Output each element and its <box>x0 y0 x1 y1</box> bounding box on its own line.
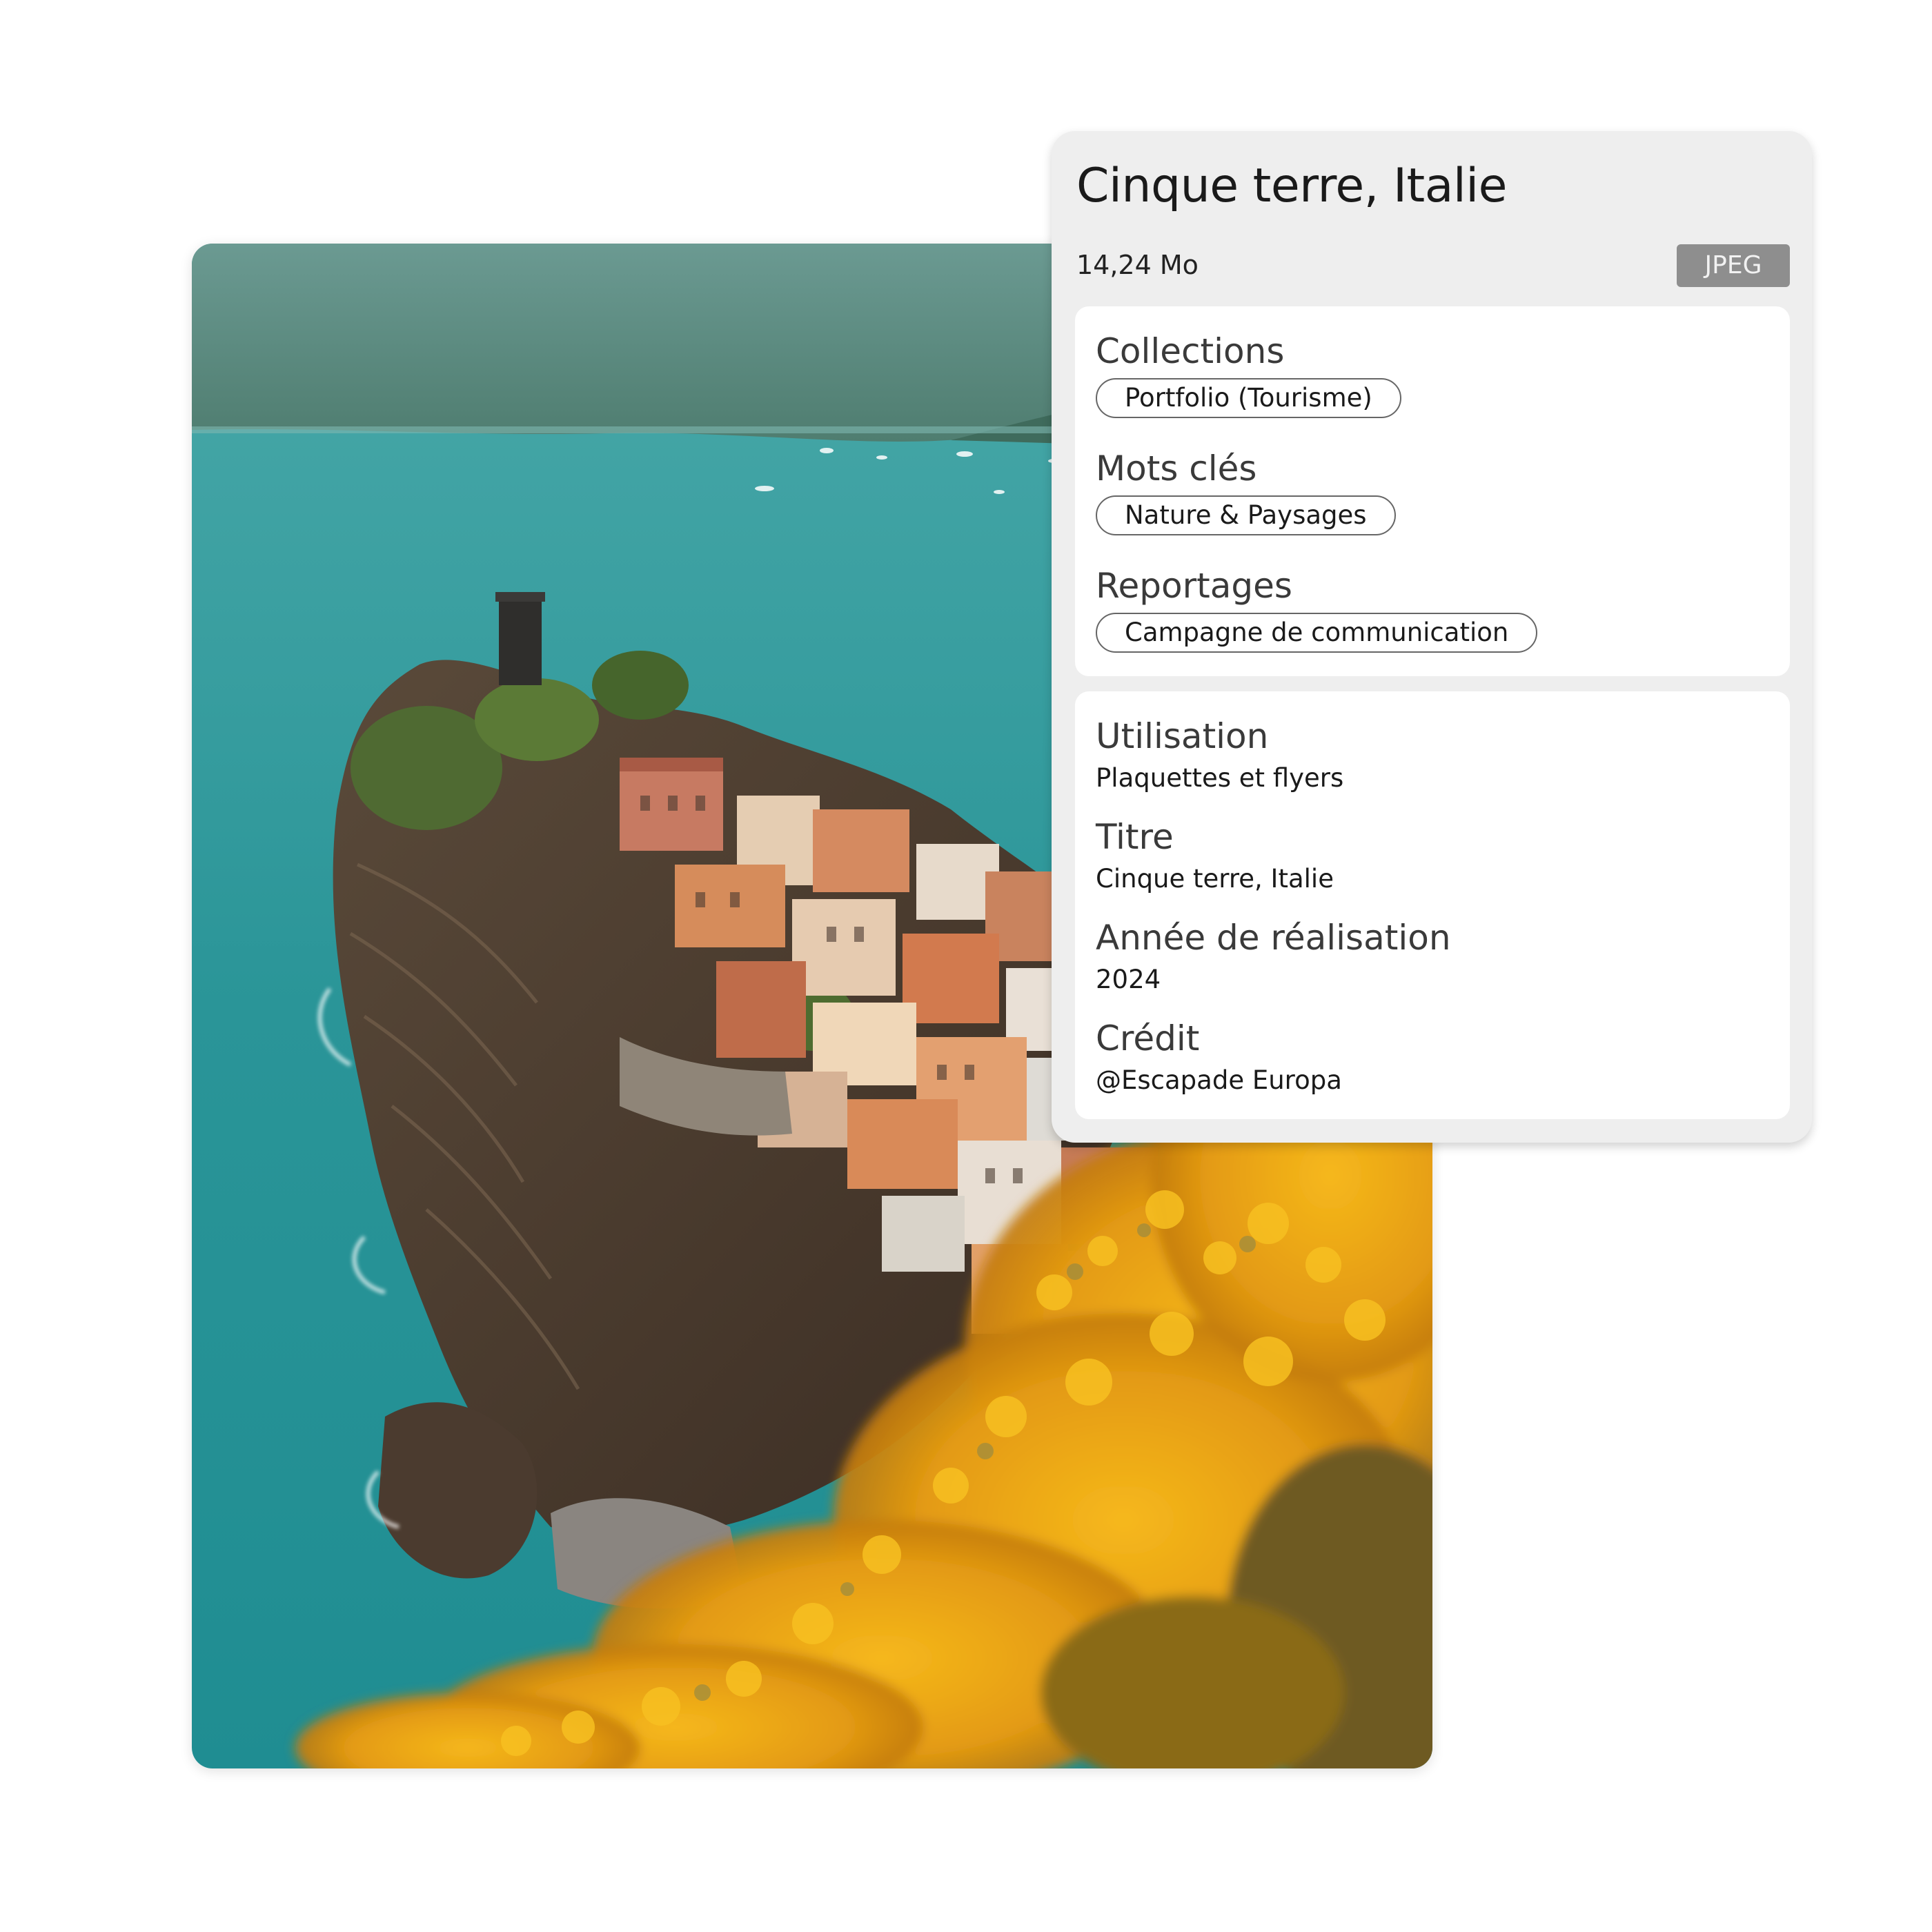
stage: Cinque terre, Italie 14,24 Mo JPEG Colle… <box>0 0 1932 1932</box>
usage-value: Plaquettes et flyers <box>1096 763 1344 793</box>
asset-title: Cinque terre, Italie <box>1076 159 1507 213</box>
report-tag[interactable]: Campagne de communication <box>1096 613 1538 653</box>
keywords-label: Mots clés <box>1096 448 1257 489</box>
title-value: Cinque terre, Italie <box>1096 864 1334 894</box>
collections-label: Collections <box>1096 331 1285 371</box>
keyword-tag[interactable]: Nature & Paysages <box>1096 495 1396 535</box>
title-label: Titre <box>1096 817 1174 857</box>
tags-card: Collections Portfolio (Tourisme) Mots cl… <box>1075 306 1790 676</box>
format-badge: JPEG <box>1677 244 1790 287</box>
credit-label: Crédit <box>1096 1018 1200 1058</box>
asset-info-panel: Cinque terre, Italie 14,24 Mo JPEG Colle… <box>1052 131 1812 1143</box>
usage-label: Utilisation <box>1096 716 1269 756</box>
collection-tag[interactable]: Portfolio (Tourisme) <box>1096 378 1401 418</box>
file-size: 14,24 Mo <box>1076 250 1199 280</box>
credit-value: @Escapade Europa <box>1096 1065 1342 1095</box>
reports-label: Reportages <box>1096 566 1292 606</box>
year-value: 2024 <box>1096 965 1161 994</box>
metadata-card: Utilisation Plaquettes et flyers Titre C… <box>1075 691 1790 1119</box>
year-label: Année de réalisation <box>1096 918 1451 958</box>
